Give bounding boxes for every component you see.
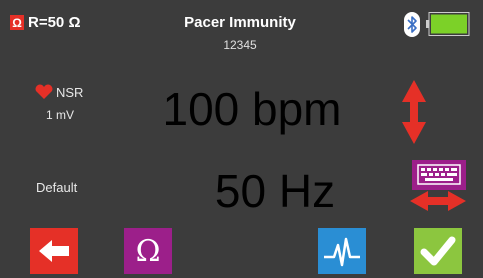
confirm-button[interactable]	[414, 228, 462, 274]
page-title: Pacer Immunity	[184, 14, 296, 31]
heart-icon	[35, 84, 53, 99]
back-button[interactable]	[30, 228, 78, 274]
rate-value[interactable]: 100 bpm	[140, 82, 364, 136]
check-icon	[420, 236, 456, 266]
resistance-button[interactable]: Ω	[124, 228, 172, 274]
rhythm-indicator: NSR	[34, 84, 83, 100]
waveform-button[interactable]	[318, 228, 366, 274]
waveform-label: Default	[36, 180, 78, 195]
resistance-value: R=50 Ω	[28, 14, 81, 31]
keyboard-icon	[417, 164, 461, 185]
page-subtitle: 12345	[223, 38, 257, 52]
amplitude-label: 1 mV	[46, 108, 75, 122]
keyboard-button[interactable]	[412, 160, 466, 190]
bluetooth-icon	[404, 12, 420, 37]
resistance-indicator: Ω R=50 Ω	[10, 14, 80, 31]
rhythm-label: NSR	[56, 84, 84, 100]
up-down-arrows-icon[interactable]	[402, 80, 426, 144]
battery-icon	[426, 12, 470, 36]
left-right-arrows-icon[interactable]	[410, 191, 466, 211]
waveform-icon	[324, 237, 360, 267]
frequency-value[interactable]: 50 Hz	[190, 164, 360, 218]
back-arrow-icon	[39, 240, 69, 262]
ohm-button-label: Ω	[135, 233, 161, 269]
ohm-icon: Ω	[10, 15, 24, 30]
